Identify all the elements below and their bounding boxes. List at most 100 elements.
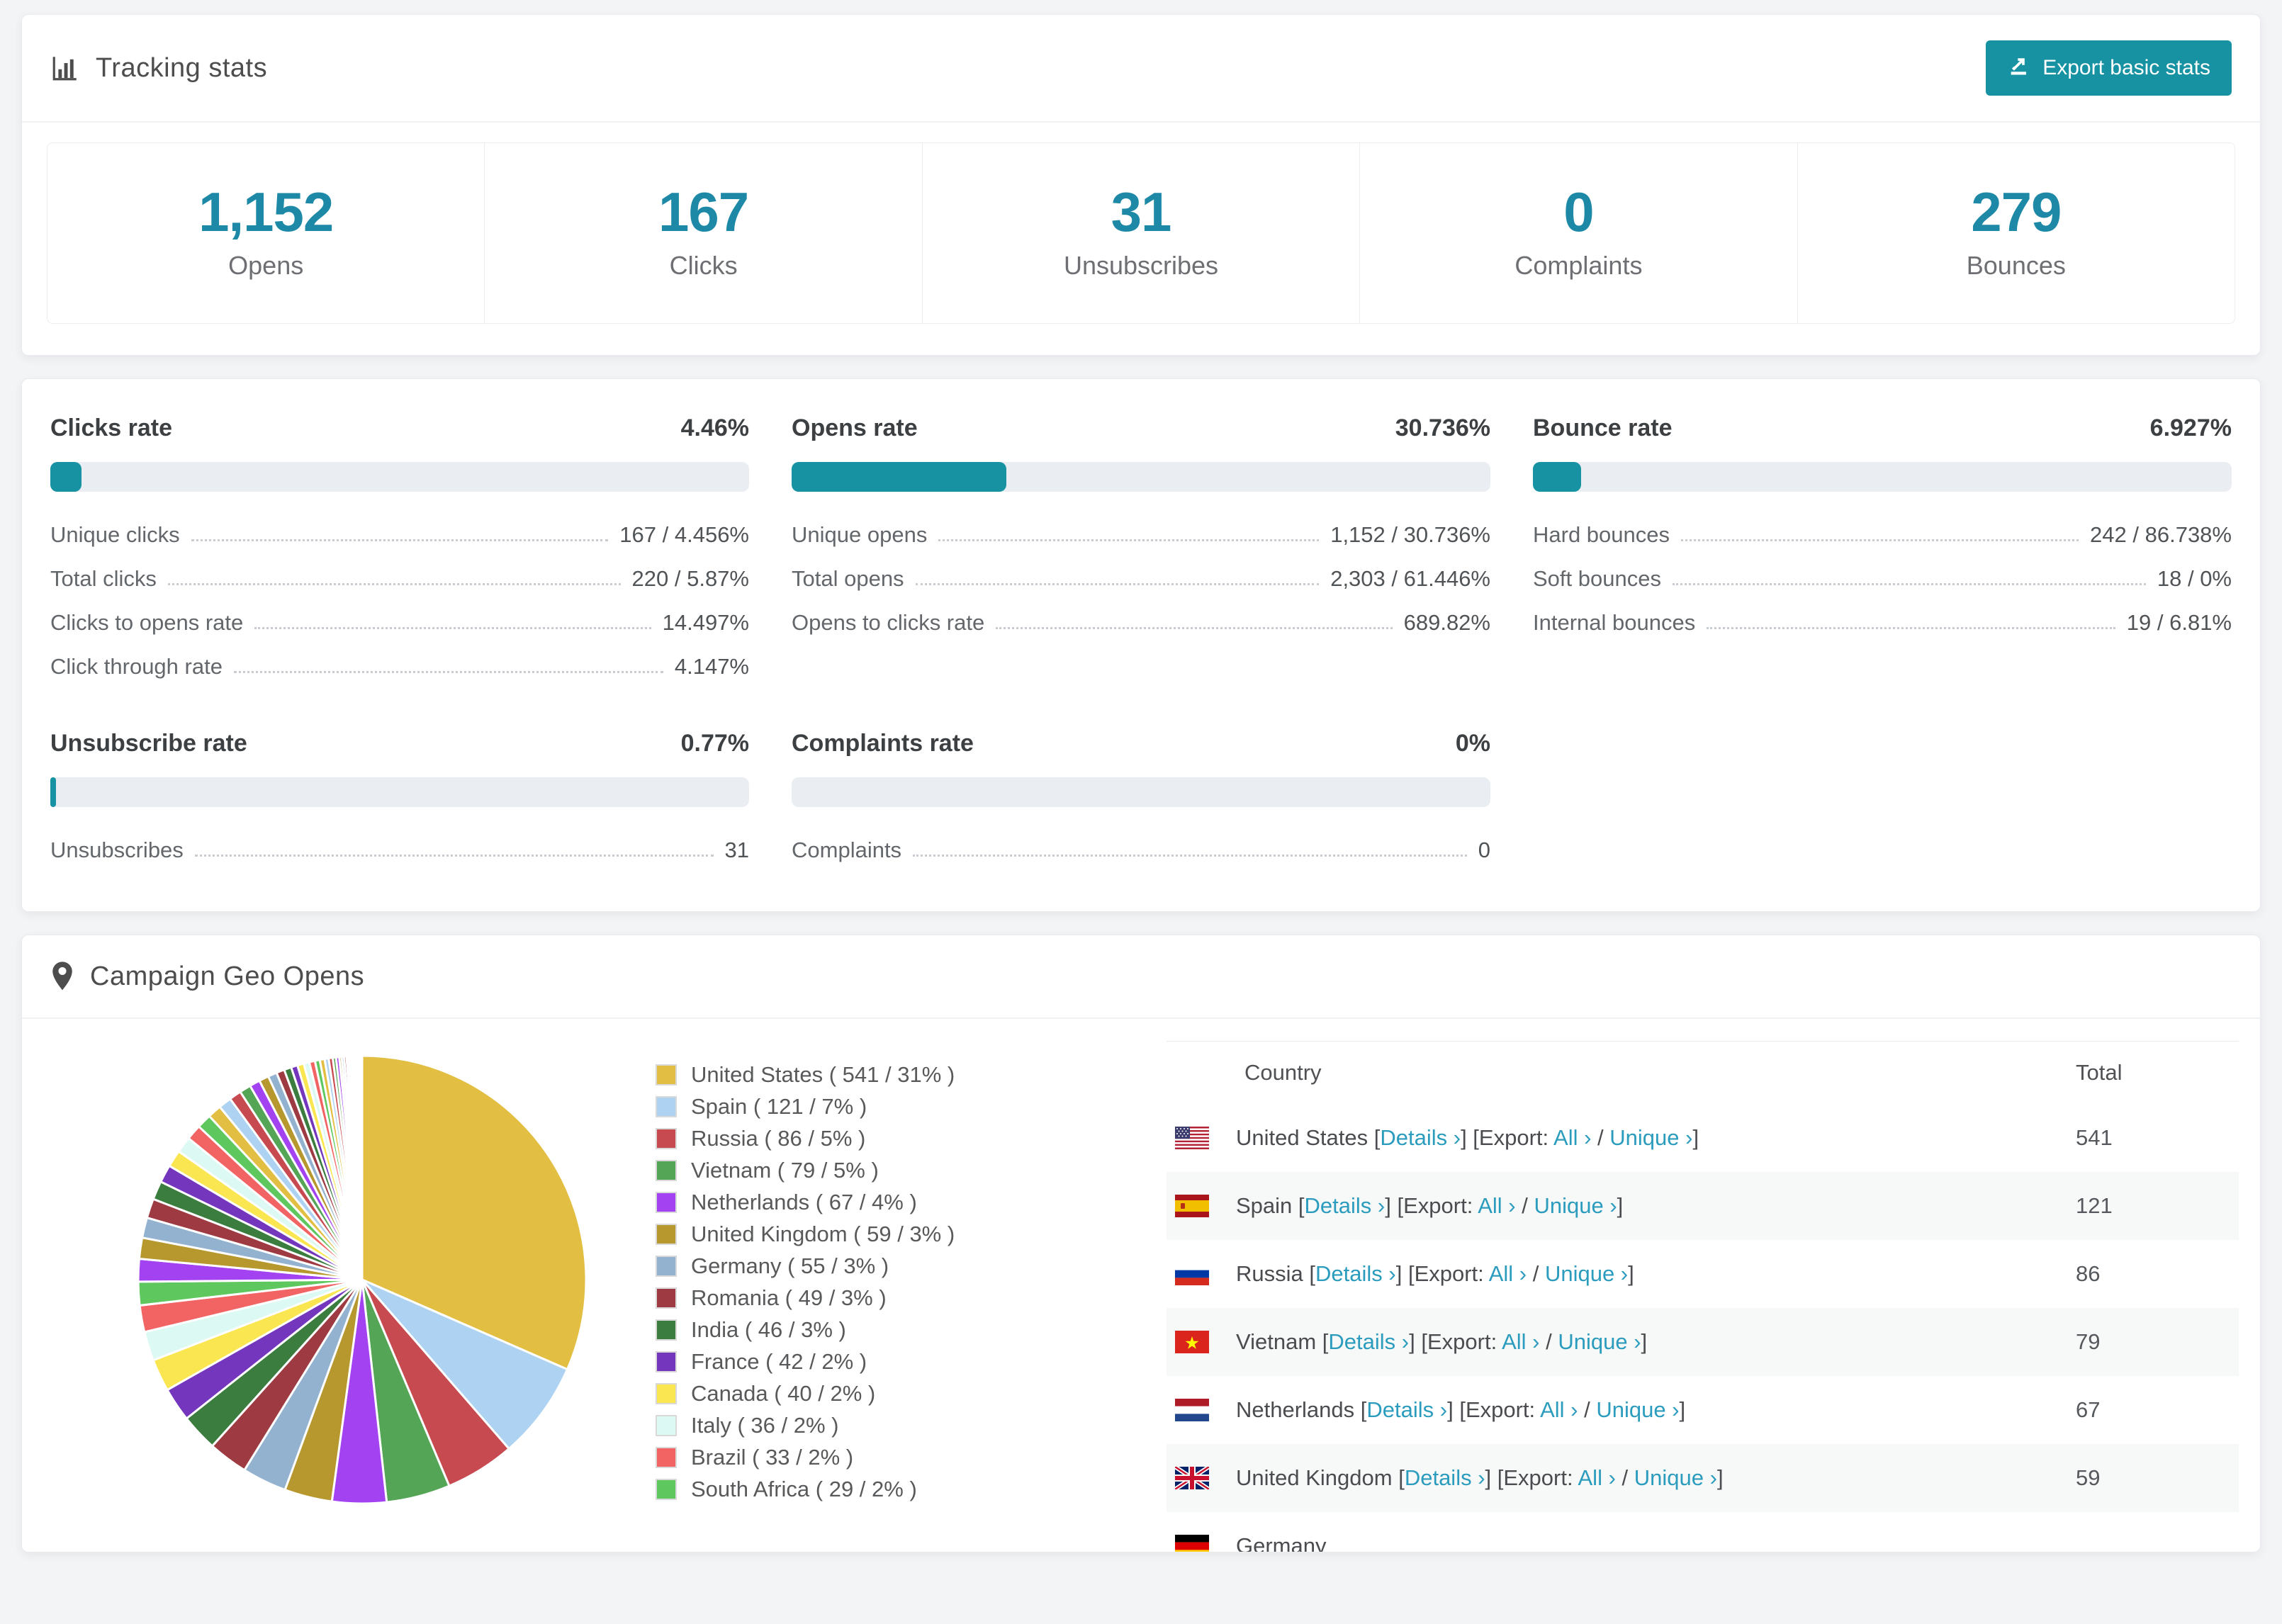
bounce-rate-title: Bounce rate xyxy=(1533,415,1673,441)
export-unique-link[interactable]: Unique › xyxy=(1534,1193,1617,1218)
germany-flag xyxy=(1175,1535,1209,1552)
stat-row: Complaints 0 xyxy=(792,838,1490,862)
unsubscribe-rate-value: 0.77% xyxy=(680,730,749,757)
stats-summary-row: 1,152 Opens 167 Clicks 31 Unsubscribes 0… xyxy=(47,142,2235,324)
pie-slice xyxy=(360,1054,364,1280)
legend-item: Spain ( 121 / 7% ) xyxy=(656,1090,1167,1122)
legend-item: Vietnam ( 79 / 5% ) xyxy=(656,1154,1167,1186)
legend-item: United Kingdom ( 59 / 3% ) xyxy=(656,1218,1167,1250)
legend-item: Romania ( 49 / 3% ) xyxy=(656,1282,1167,1314)
complaints-count: 0 xyxy=(1563,181,1594,243)
opens-rate-bar xyxy=(792,462,1490,492)
table-row-russia: Russia [Details ›] [Export: All › / Uniq… xyxy=(1167,1240,2239,1308)
map-pin-icon xyxy=(50,961,74,992)
tracking-stats-header: Tracking stats Export basic stats xyxy=(22,15,2260,123)
legend-swatch xyxy=(656,1446,677,1468)
legend-swatch xyxy=(656,1478,677,1500)
geo-legend: United States ( 541 / 31% ) Spain ( 121 … xyxy=(589,1019,1167,1552)
legend-item: United States ( 541 / 31% ) xyxy=(656,1059,1167,1090)
legend-item: Canada ( 40 / 2% ) xyxy=(656,1377,1167,1409)
complaints-rate-title: Complaints rate xyxy=(792,730,974,757)
total-value: 541 xyxy=(2076,1125,2113,1150)
total-value: 86 xyxy=(2076,1261,2101,1286)
total-value: 121 xyxy=(2076,1193,2113,1218)
details-link[interactable]: Details › xyxy=(1380,1125,1461,1150)
spain-flag xyxy=(1175,1195,1209,1217)
legend-item: Germany ( 55 / 3% ) xyxy=(656,1250,1167,1282)
export-unique-link[interactable]: Unique › xyxy=(1596,1397,1679,1422)
unsubscribes-count: 31 xyxy=(1111,181,1172,243)
legend-swatch xyxy=(656,1287,677,1309)
total-value: 59 xyxy=(2076,1465,2101,1490)
rates-card: Clicks rate 4.46% Unique clicks 167 / 4.4… xyxy=(21,378,2261,912)
details-link[interactable]: Details › xyxy=(1366,1397,1447,1422)
stat-row: Unique clicks 167 / 4.456% xyxy=(50,522,749,547)
details-link[interactable]: Details › xyxy=(1315,1261,1396,1286)
campaign-geo-opens-card: Campaign Geo Opens United States ( 541 /… xyxy=(21,935,2261,1552)
uk-flag xyxy=(1175,1467,1209,1489)
unsubscribe-rate-bar xyxy=(50,777,749,807)
opens-rate-title: Opens rate xyxy=(792,415,918,441)
stat-row: Total opens 2,303 / 61.446% xyxy=(792,566,1490,591)
export-unique-link[interactable]: Unique › xyxy=(1545,1261,1628,1286)
geo-pie-chart xyxy=(22,1019,589,1552)
legend-item: Netherlands ( 67 / 4% ) xyxy=(656,1186,1167,1218)
stat-box-opens: 1,152 Opens xyxy=(47,143,484,323)
export-all-link[interactable]: All › xyxy=(1540,1397,1578,1422)
table-row-germany: Germany xyxy=(1167,1512,2239,1552)
total-value: 79 xyxy=(2076,1329,2101,1354)
legend-item: France ( 42 / 2% ) xyxy=(656,1346,1167,1377)
clicks-count: 167 xyxy=(658,181,749,243)
bounces-count: 279 xyxy=(1971,181,2062,243)
export-unique-link[interactable]: Unique › xyxy=(1558,1329,1641,1354)
stat-row: Unique opens 1,152 / 30.736% xyxy=(792,522,1490,547)
export-unique-link[interactable]: Unique › xyxy=(1609,1125,1692,1150)
russia-flag xyxy=(1175,1263,1209,1285)
opens-count: 1,152 xyxy=(198,181,334,243)
complaints-rate-value: 0% xyxy=(1455,730,1490,757)
details-link[interactable]: Details › xyxy=(1405,1465,1485,1490)
details-link[interactable]: Details › xyxy=(1305,1193,1386,1218)
export-icon xyxy=(2007,53,2031,83)
stat-row: Opens to clicks rate 689.82% xyxy=(792,610,1490,635)
page: Tracking stats Export basic stats 1,152 … xyxy=(0,0,2282,1552)
geo-content: United States ( 541 / 31% ) Spain ( 121 … xyxy=(22,1019,2260,1552)
export-basic-stats-button[interactable]: Export basic stats xyxy=(1986,40,2232,96)
bounce-rate-bar xyxy=(1533,462,2232,492)
stat-box-complaints: 0 Complaints xyxy=(1359,143,1797,323)
details-link[interactable]: Details › xyxy=(1328,1329,1409,1354)
table-row-spain: Spain [Details ›] [Export: All › / Uniqu… xyxy=(1167,1172,2239,1240)
legend-swatch xyxy=(656,1319,677,1341)
export-all-link[interactable]: All › xyxy=(1553,1125,1591,1150)
legend-item: India ( 46 / 3% ) xyxy=(656,1314,1167,1346)
unsubscribe-rate-title: Unsubscribe rate xyxy=(50,730,247,757)
legend-swatch xyxy=(656,1350,677,1372)
stat-row: Unsubscribes 31 xyxy=(50,838,749,862)
export-all-link[interactable]: All › xyxy=(1489,1261,1527,1286)
export-all-link[interactable]: All › xyxy=(1478,1193,1515,1218)
tracking-stats-title: Tracking stats xyxy=(50,53,267,84)
legend-swatch xyxy=(656,1064,677,1086)
page-title: Tracking stats xyxy=(96,52,268,83)
complaints-rate-panel: Complaints rate 0% Complaints 0 xyxy=(792,730,1490,872)
legend-swatch xyxy=(656,1127,677,1149)
table-row-netherlands: Netherlands [Details ›] [Export: All › /… xyxy=(1167,1376,2239,1444)
complaints-rate-bar xyxy=(792,777,1490,807)
opens-rate-panel: Opens rate 30.736% Unique opens 1,152 / 3… xyxy=(792,415,1490,689)
export-all-link[interactable]: All › xyxy=(1578,1465,1616,1490)
us-flag xyxy=(1175,1127,1209,1149)
stat-row: Internal bounces 19 / 6.81% xyxy=(1533,610,2232,635)
legend-item: Russia ( 86 / 5% ) xyxy=(656,1122,1167,1154)
export-unique-link[interactable]: Unique › xyxy=(1634,1465,1717,1490)
clicks-rate-title: Clicks rate xyxy=(50,415,172,441)
opens-rate-value: 30.736% xyxy=(1395,415,1490,441)
legend-item: Brazil ( 33 / 2% ) xyxy=(656,1441,1167,1473)
pie-chart-svg xyxy=(137,1054,588,1505)
export-all-link[interactable]: All › xyxy=(1502,1329,1539,1354)
stat-row: Total clicks 220 / 5.87% xyxy=(50,566,749,591)
legend-item: South Africa ( 29 / 2% ) xyxy=(656,1473,1167,1505)
table-row-united-states: United States [Details ›] [Export: All ›… xyxy=(1167,1104,2239,1172)
vietnam-flag xyxy=(1175,1331,1209,1353)
clicks-rate-panel: Clicks rate 4.46% Unique clicks 167 / 4.4… xyxy=(50,415,749,689)
tracking-stats-card: Tracking stats Export basic stats 1,152 … xyxy=(21,14,2261,356)
